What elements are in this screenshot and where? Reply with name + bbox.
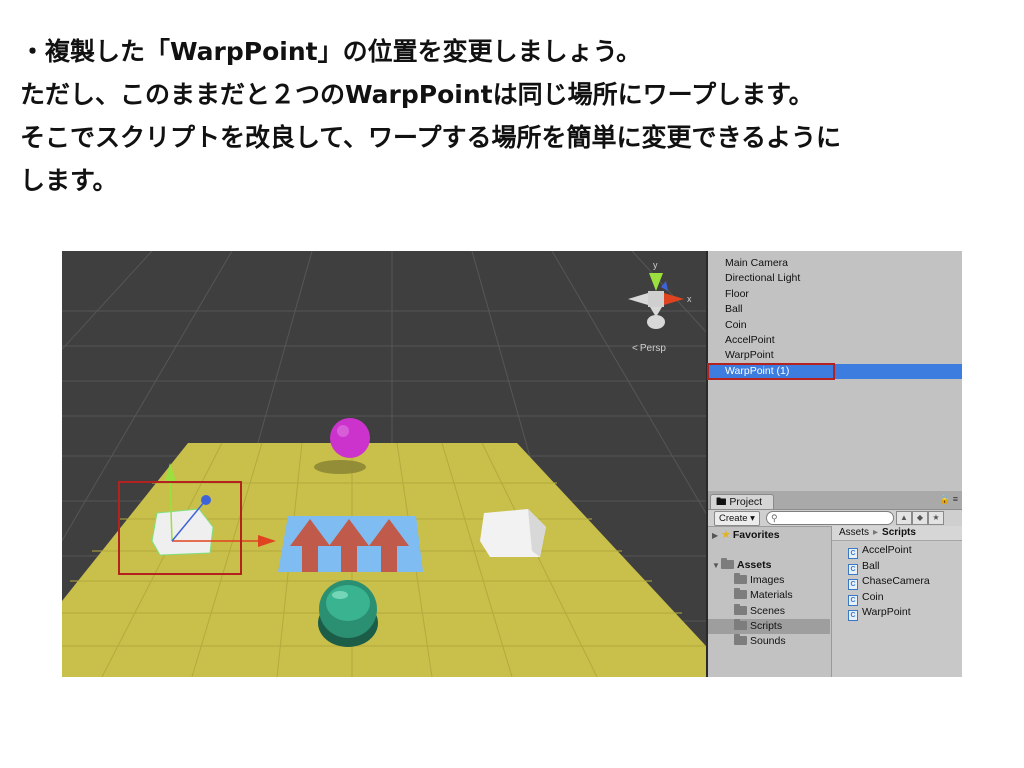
favorites-label: Favorites xyxy=(732,529,780,541)
filter-by-type-icon[interactable]: ▲ xyxy=(896,511,912,525)
file-list: Assets ▸ Scripts C AccelPoint C Ball C ChaseC… xyxy=(832,526,962,677)
tree-item-scenes[interactable]: Scenes xyxy=(734,604,785,619)
csharp-script-icon: C xyxy=(848,594,858,606)
scene-canvas: y x xyxy=(62,251,706,677)
hierarchy-item-coin[interactable]: Coin xyxy=(708,318,962,333)
scene-highlight-box xyxy=(118,481,242,575)
coin-shine xyxy=(332,591,348,599)
folder-icon xyxy=(734,634,747,645)
star-icon: ★ xyxy=(721,529,731,541)
ball-highlight xyxy=(337,425,349,437)
tree-item-favorites[interactable]: ▶ ★ Favorites xyxy=(712,528,780,543)
file-accelpoint[interactable]: C AccelPoint xyxy=(832,543,962,559)
persp-label: Persp xyxy=(639,343,666,354)
csharp-script-icon: C xyxy=(848,610,858,621)
csharp-script-icon: C xyxy=(848,563,858,575)
file-coin[interactable]: C Coin xyxy=(832,590,962,606)
file-label: ChaseCamera xyxy=(862,575,930,587)
breadcrumb-scripts[interactable]: Scripts xyxy=(882,527,916,538)
breadcrumb: Assets ▸ Scripts xyxy=(832,526,962,541)
ball-shadow xyxy=(314,460,366,474)
folder-icon xyxy=(734,588,747,599)
create-button[interactable]: Create ▾ xyxy=(714,511,760,526)
instruction-line-4: します。 xyxy=(20,166,118,195)
favorite-star-icon[interactable]: ★ xyxy=(928,511,944,525)
instruction-text: ・複製した「WarpPoint」の位置を変更しましょう。 ただし、このままだと２… xyxy=(20,30,1010,202)
collapse-arrow-icon: ▼ xyxy=(712,561,720,570)
folder-icon: 🖿 xyxy=(716,496,730,508)
folder-icon xyxy=(721,558,734,569)
file-chasecamera[interactable]: C ChaseCamera xyxy=(832,574,962,590)
folder-icon xyxy=(734,573,747,584)
create-button-label: Create xyxy=(719,513,748,524)
accel-arrows xyxy=(290,519,409,572)
tree-item-materials[interactable]: Materials xyxy=(734,588,793,603)
folder-label: Scenes xyxy=(750,605,786,617)
filter-by-label-icon[interactable]: ◆ xyxy=(912,511,928,525)
csharp-script-icon: C xyxy=(848,548,858,559)
persp-toggle[interactable]: < Persp xyxy=(632,343,666,354)
folder-label: Sounds xyxy=(750,635,786,647)
folder-label: Materials xyxy=(750,589,793,601)
folder-icon xyxy=(734,619,747,630)
folder-icon xyxy=(734,604,747,615)
persp-arrow-icon: < xyxy=(632,343,638,354)
hierarchy-item-main-camera[interactable]: Main Camera xyxy=(708,256,962,271)
file-label: Coin xyxy=(862,590,884,603)
hierarchy-item-directional-light[interactable]: Directional Light xyxy=(708,271,962,286)
ball-sphere[interactable] xyxy=(330,418,370,458)
csharp-script-icon: C xyxy=(848,579,858,590)
gizmo-x-label: x xyxy=(687,294,692,304)
project-panel: 🖿 Project 🔒 ≡ Create ▾ ⚲ ▲ ◆ ★ ▶ ★ Favorit… xyxy=(708,491,962,677)
instruction-line-3: そこでスクリプトを改良して、ワープする場所を簡単に変更できるように xyxy=(20,123,842,152)
assets-label: Assets xyxy=(737,559,772,571)
search-input[interactable]: ⚲ xyxy=(766,511,894,525)
project-tab-bar: 🖿 Project 🔒 ≡ xyxy=(708,491,962,510)
expand-arrow-icon: ▶ xyxy=(712,531,719,540)
file-ball[interactable]: C Ball xyxy=(832,559,962,575)
folder-label: Images xyxy=(750,574,785,586)
hierarchy-item-warppoint[interactable]: WarpPoint xyxy=(708,348,962,363)
tree-item-sounds[interactable]: Sounds xyxy=(734,634,786,649)
instruction-line-2: ただし、このままだと２つのWarpPointは同じ場所にワープします。 xyxy=(20,80,814,109)
tree-item-scripts[interactable]: Scripts xyxy=(708,619,830,634)
tree-item-images[interactable]: Images xyxy=(734,573,784,588)
hierarchy-panel: Main Camera Directional Light Floor Ball… xyxy=(707,251,962,491)
hierarchy-highlight-box xyxy=(707,363,835,380)
tab-project-label: Project xyxy=(729,496,763,508)
dropdown-arrow-icon: ▾ xyxy=(750,513,755,524)
breadcrumb-arrow-icon: ▸ xyxy=(873,527,879,538)
hierarchy-item-floor[interactable]: Floor xyxy=(708,287,962,302)
project-toolbar: Create ▾ ⚲ ▲ ◆ ★ xyxy=(708,510,962,527)
tree-item-assets[interactable]: ▼ Assets xyxy=(712,558,771,573)
hierarchy-item-ball[interactable]: Ball xyxy=(708,302,962,317)
coin-face xyxy=(326,585,370,621)
file-label: Ball xyxy=(862,559,880,572)
project-body: ▶ ★ Favorites ▼ Assets Images Materials Sce… xyxy=(708,526,962,677)
file-warppoint[interactable]: C WarpPoint xyxy=(832,605,962,621)
unity-editor-screenshot: y x < Persp Main Camera Directional Light… xyxy=(62,251,962,677)
tab-project[interactable]: 🖿 Project xyxy=(710,494,774,509)
scene-view[interactable]: y x < Persp xyxy=(62,251,706,677)
folder-label: Scripts xyxy=(750,620,783,632)
breadcrumb-assets[interactable]: Assets xyxy=(839,527,869,538)
orientation-gizmo[interactable]: y x xyxy=(628,260,692,329)
search-icon: ⚲ xyxy=(771,513,778,523)
file-label: WarpPoint xyxy=(862,606,911,618)
folder-tree: ▶ ★ Favorites ▼ Assets Images Materials Sce… xyxy=(708,526,832,677)
file-label: AccelPoint xyxy=(862,544,912,556)
instruction-line-1: ・複製した「WarpPoint」の位置を変更しましょう。 xyxy=(20,37,642,66)
panel-menu-icon[interactable]: 🔒 ≡ xyxy=(939,494,958,505)
gizmo-y-label: y xyxy=(653,260,658,270)
hierarchy-item-accelpoint[interactable]: AccelPoint xyxy=(708,333,962,348)
